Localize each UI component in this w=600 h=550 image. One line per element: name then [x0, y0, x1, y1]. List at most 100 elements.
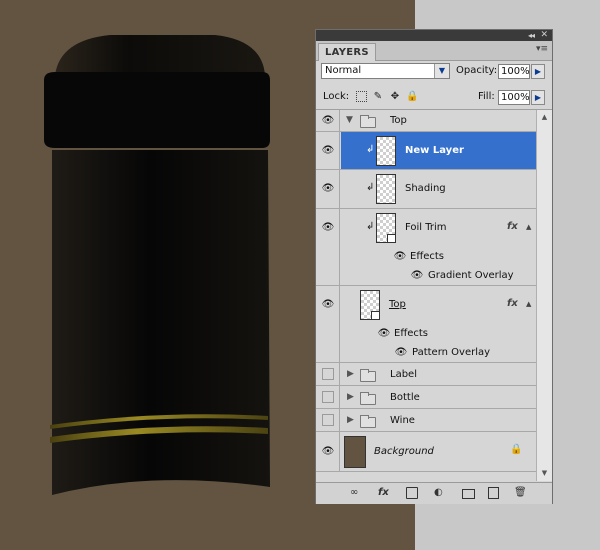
folder-icon: [360, 392, 376, 405]
visibility-box: [316, 267, 340, 285]
new-group-icon[interactable]: [462, 489, 475, 499]
layers-list: 👁 ▼ Top 👁 ↲ New Layer 👁 ↲ Shading 👁 ↲ Fo…: [316, 110, 536, 481]
lock-icon: 🔒: [510, 444, 523, 455]
lock-all-icon[interactable]: 🔒: [406, 91, 418, 103]
layer-background[interactable]: 👁 Background 🔒: [316, 432, 536, 472]
visibility-toggle[interactable]: [322, 391, 334, 403]
effect-name: Pattern Overlay: [412, 347, 491, 358]
layer-name: Label: [390, 369, 417, 380]
fill-slider-button[interactable]: ▶: [531, 90, 545, 105]
fx-icon[interactable]: fx: [507, 298, 518, 309]
collapse-icon[interactable]: ◂◂: [528, 30, 535, 41]
folder-icon: [360, 115, 376, 128]
eye-icon[interactable]: 👁: [393, 345, 409, 361]
layer-thumbnail: [376, 136, 396, 166]
effects-label: Effects: [410, 251, 444, 262]
close-icon[interactable]: ✕: [540, 30, 548, 41]
clipping-arrow-icon: ↲: [366, 221, 375, 232]
folder-icon: [360, 369, 376, 382]
fx-icon[interactable]: fx: [507, 221, 518, 232]
clipping-arrow-icon: ↲: [366, 144, 375, 155]
new-layer-icon[interactable]: [488, 487, 499, 499]
lock-label: Lock:: [323, 91, 350, 102]
smart-object-badge: [387, 234, 396, 243]
expand-triangle-icon[interactable]: ▶: [347, 392, 354, 402]
layer-shading[interactable]: 👁 ↲ Shading: [316, 170, 536, 209]
layer-top[interactable]: 👁 Top fx ▲: [316, 286, 536, 325]
panel-titlebar[interactable]: ◂◂ ✕: [316, 30, 552, 41]
layer-thumbnail: [360, 290, 380, 320]
blend-row: Normal ▼ Opacity: 100% ▶: [316, 61, 552, 85]
eye-icon[interactable]: 👁: [409, 268, 425, 284]
eye-icon[interactable]: 👁: [320, 297, 336, 313]
layers-panel: ◂◂ ✕ LAYERS ▾≡ Normal ▼ Opacity: 100% ▶ …: [315, 29, 553, 504]
link-layers-icon[interactable]: ∞: [350, 487, 358, 499]
eye-icon[interactable]: 👁: [320, 181, 336, 197]
expand-triangle-icon[interactable]: ▶: [347, 369, 354, 379]
scroll-up-icon[interactable]: ▲: [539, 112, 550, 123]
layers-scrollbar[interactable]: ▲ ▼: [536, 110, 552, 481]
layer-name: Foil Trim: [405, 222, 447, 233]
tab-layers[interactable]: LAYERS: [318, 43, 376, 61]
expand-triangle-icon[interactable]: ▶: [347, 415, 354, 425]
eye-icon[interactable]: 👁: [320, 444, 336, 460]
eye-icon[interactable]: 👁: [320, 143, 336, 159]
layer-foil-trim[interactable]: 👁 ↲ Foil Trim fx ▲: [316, 209, 536, 248]
add-style-icon[interactable]: fx: [378, 487, 389, 499]
clipping-arrow-icon: ↲: [366, 182, 375, 193]
visibility-box: [316, 325, 340, 344]
opacity-field[interactable]: 100%: [498, 64, 530, 79]
panel-menu-icon[interactable]: ▾≡: [536, 44, 548, 54]
panel-bottom-toolbar: ∞ fx ◐ 🗑: [316, 482, 552, 504]
trash-icon[interactable]: 🗑: [514, 487, 527, 499]
eye-icon[interactable]: 👁: [376, 326, 392, 342]
add-mask-icon[interactable]: [406, 487, 418, 499]
folder-icon: [360, 415, 376, 428]
effect-gradient-overlay[interactable]: 👁 Gradient Overlay: [316, 267, 536, 286]
visibility-toggle[interactable]: [322, 368, 334, 380]
effects-row-top[interactable]: 👁 Effects: [316, 325, 536, 344]
eye-icon[interactable]: 👁: [320, 220, 336, 236]
layer-name: Top: [390, 115, 407, 126]
opacity-slider-button[interactable]: ▶: [531, 64, 545, 79]
layer-new-layer[interactable]: 👁 ↲ New Layer: [316, 132, 536, 170]
layer-name: New Layer: [405, 145, 464, 156]
lock-row: Lock: ✎ ✥ 🔒 Fill: 100% ▶: [316, 87, 552, 110]
layer-thumbnail: [344, 436, 366, 468]
layer-name: Shading: [405, 183, 446, 194]
smart-object-badge: [371, 311, 380, 320]
lock-image-icon[interactable]: ✎: [372, 91, 384, 103]
layer-group-top[interactable]: 👁 ▼ Top: [316, 110, 536, 132]
layer-group-label[interactable]: ▶ Label: [316, 363, 536, 386]
chevron-down-icon[interactable]: ▼: [434, 64, 449, 78]
layer-name: Background: [374, 446, 434, 457]
lock-position-icon[interactable]: ✥: [389, 91, 401, 103]
eye-icon[interactable]: 👁: [320, 113, 336, 129]
expand-triangle-icon[interactable]: ▼: [346, 115, 353, 125]
layer-name: Wine: [390, 415, 415, 426]
blend-mode-select[interactable]: Normal ▼: [321, 63, 450, 79]
fill-field[interactable]: 100%: [498, 90, 530, 105]
effect-name: Gradient Overlay: [428, 270, 514, 281]
visibility-toggle[interactable]: [322, 414, 334, 426]
scroll-down-icon[interactable]: ▼: [539, 468, 550, 479]
effects-row-foil[interactable]: 👁 Effects: [316, 248, 536, 267]
panel-tab-row: LAYERS ▾≡: [316, 41, 552, 61]
adjustment-layer-icon[interactable]: ◐: [434, 487, 443, 499]
layer-name: Top: [389, 299, 406, 310]
layer-group-wine[interactable]: ▶ Wine: [316, 409, 536, 432]
layer-thumbnail: [376, 174, 396, 204]
layer-group-bottle[interactable]: ▶ Bottle: [316, 386, 536, 409]
effects-label: Effects: [394, 328, 428, 339]
fx-expand-icon[interactable]: ▲: [526, 223, 531, 231]
eye-icon[interactable]: 👁: [392, 249, 408, 265]
fill-label: Fill:: [478, 91, 495, 102]
effect-pattern-overlay[interactable]: 👁 Pattern Overlay: [316, 344, 536, 363]
blend-mode-value: Normal: [325, 65, 362, 76]
lock-transparent-icon[interactable]: [356, 91, 367, 102]
fx-expand-icon[interactable]: ▲: [526, 300, 531, 308]
layer-name: Bottle: [390, 392, 420, 403]
visibility-box: [316, 248, 340, 267]
visibility-box: [316, 344, 340, 362]
layer-thumbnail: [376, 213, 396, 243]
